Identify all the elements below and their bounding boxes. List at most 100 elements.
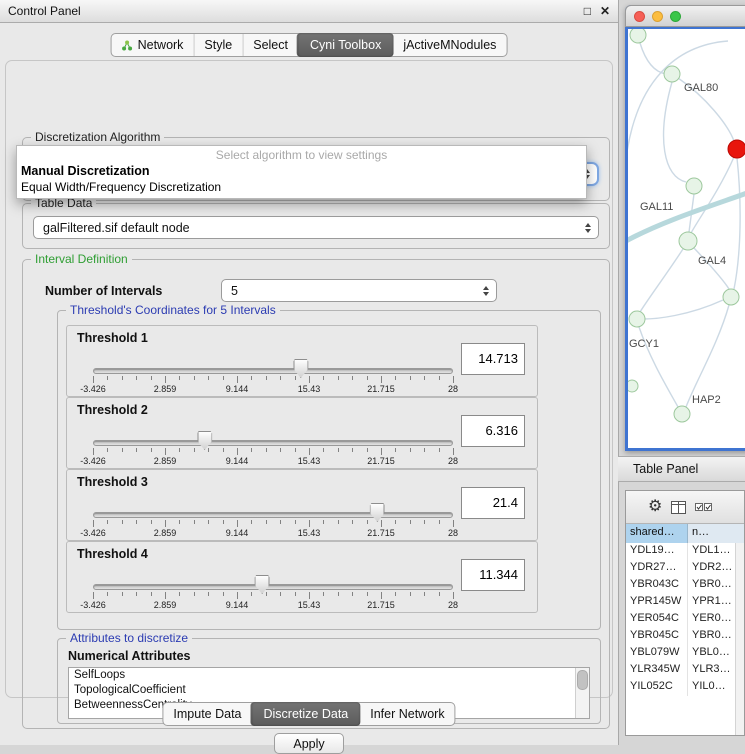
threshold-value-field[interactable]: 21.4 xyxy=(461,487,525,519)
table-row[interactable]: YBL079WYBL0… xyxy=(626,645,736,662)
scrollbar-thumb[interactable] xyxy=(577,670,588,690)
tick-label: -3.426 xyxy=(80,456,106,466)
table-cell[interactable]: YLR3… xyxy=(688,662,736,679)
network-node[interactable] xyxy=(674,406,690,422)
slider-track[interactable] xyxy=(93,368,453,374)
close-traffic-light-icon[interactable] xyxy=(634,11,645,22)
table-cell[interactable]: YLR345W xyxy=(626,662,688,679)
table-cell[interactable]: YPR145W xyxy=(626,594,688,611)
slider-track[interactable] xyxy=(93,512,453,518)
slider-track[interactable] xyxy=(93,584,453,590)
tick-label: -3.426 xyxy=(80,528,106,538)
table-row[interactable]: YBR045CYBR0… xyxy=(626,628,736,645)
table-cell[interactable]: YIL0… xyxy=(688,679,736,696)
tab-impute-data[interactable]: Impute Data xyxy=(163,703,251,725)
table-cell[interactable]: YBR045C xyxy=(626,628,688,645)
list-scrollbar[interactable] xyxy=(575,668,589,718)
select-columns-icon[interactable] xyxy=(695,503,712,511)
threshold-slider[interactable]: -3.4262.8599.14415.4321.71528 xyxy=(93,434,453,466)
tab-cyni-toolbox[interactable]: Cyni Toolbox xyxy=(297,33,393,57)
network-node[interactable] xyxy=(723,289,739,305)
number-of-intervals-combobox[interactable]: 5 xyxy=(221,279,497,302)
column-header-shared-name[interactable]: shared… xyxy=(626,524,688,543)
table-cell[interactable]: YER054C xyxy=(626,611,688,628)
tab-discretize-data[interactable]: Discretize Data xyxy=(251,702,361,726)
float-window-icon[interactable]: □ xyxy=(584,4,591,18)
table-row[interactable]: YPR145WYPR1… xyxy=(626,594,736,611)
table-cell[interactable]: YDL1… xyxy=(688,543,736,560)
threshold-slider[interactable]: -3.4262.8599.14415.4321.71528 xyxy=(93,506,453,538)
network-edge[interactable] xyxy=(628,41,728,159)
tick-mark xyxy=(338,592,339,596)
tab-style[interactable]: Style xyxy=(193,34,242,56)
network-canvas[interactable]: GAL80GAL11GAL4GCY1HAP2 xyxy=(628,29,745,448)
table-cell[interactable]: YBR043C xyxy=(626,577,688,594)
attribute-item[interactable]: TopologicalCoefficient xyxy=(69,683,589,698)
network-edge[interactable] xyxy=(691,157,734,233)
table-cell[interactable]: YER0… xyxy=(688,611,736,628)
settings-gear-icon[interactable]: ⚙ xyxy=(648,499,662,515)
columns-icon[interactable] xyxy=(671,501,686,514)
table-cell[interactable]: YDL19… xyxy=(626,543,688,560)
close-icon[interactable]: ✕ xyxy=(600,4,610,18)
network-node[interactable] xyxy=(686,178,702,194)
network-edge[interactable] xyxy=(664,82,686,182)
threshold-slider[interactable]: -3.4262.8599.14415.4321.71528 xyxy=(93,362,453,394)
network-edge[interactable] xyxy=(640,43,666,74)
network-node[interactable] xyxy=(664,66,680,82)
table-cell[interactable]: YDR27… xyxy=(626,560,688,577)
table-cell[interactable]: YBL079W xyxy=(626,645,688,662)
table-cell[interactable]: YBR0… xyxy=(688,577,736,594)
table-row[interactable]: YER054CYER0… xyxy=(626,611,736,628)
tick-mark xyxy=(223,448,224,452)
tick-label: 28 xyxy=(448,384,458,394)
threshold-value-field[interactable]: 11.344 xyxy=(461,559,525,591)
network-edge[interactable] xyxy=(640,249,683,312)
tick-mark xyxy=(381,448,382,455)
table-cell[interactable]: YBR0… xyxy=(688,628,736,645)
tick-mark xyxy=(251,592,252,596)
table-cell[interactable]: YDR2… xyxy=(688,560,736,577)
minimize-traffic-light-icon[interactable] xyxy=(652,11,663,22)
tick-mark xyxy=(93,376,94,383)
threshold-value-field[interactable]: 14.713 xyxy=(461,343,525,375)
tab-label: Discretize Data xyxy=(264,707,349,721)
zoom-traffic-light-icon[interactable] xyxy=(670,11,681,22)
table-cell[interactable]: YBL0… xyxy=(688,645,736,662)
slider-track[interactable] xyxy=(93,440,453,446)
column-header-name[interactable]: n… xyxy=(688,524,744,543)
network-node-selected[interactable] xyxy=(728,140,745,158)
table-data-combobox[interactable]: galFiltered.sif default node xyxy=(33,216,599,239)
tab-network[interactable]: Network xyxy=(112,34,194,56)
algorithm-option[interactable]: Equal Width/Frequency Discretization xyxy=(17,179,586,195)
table-cell[interactable]: YPR1… xyxy=(688,594,736,611)
algorithm-option[interactable]: Manual Discretization xyxy=(17,163,586,179)
tick-mark xyxy=(323,592,324,596)
table-row[interactable]: YBR043CYBR0… xyxy=(626,577,736,594)
threshold-value-field[interactable]: 6.316 xyxy=(461,415,525,447)
network-node[interactable] xyxy=(629,311,645,327)
network-node[interactable] xyxy=(630,29,646,43)
network-node[interactable] xyxy=(679,232,697,250)
threshold-2-box: Threshold 2-3.4262.8599.14415.4321.71528… xyxy=(66,397,538,469)
table-scrollbar[interactable] xyxy=(735,543,744,735)
table-row[interactable]: YIL052CYIL0… xyxy=(626,679,736,696)
network-node[interactable] xyxy=(628,380,638,392)
tick-mark xyxy=(237,592,238,599)
table-row[interactable]: YDL19…YDL1… xyxy=(626,543,736,560)
attribute-item[interactable]: SelfLoops xyxy=(69,668,589,683)
network-edge[interactable] xyxy=(644,300,723,319)
thresholds-group: Threshold's Coordinates for 5 Intervals … xyxy=(57,310,601,630)
table-row[interactable]: YDR27…YDR2… xyxy=(626,560,736,577)
tab-infer-network[interactable]: Infer Network xyxy=(359,703,454,725)
tab-select[interactable]: Select xyxy=(242,34,298,56)
table-cell[interactable]: YIL052C xyxy=(626,679,688,696)
network-edge[interactable] xyxy=(686,305,729,407)
tick-mark xyxy=(237,448,238,455)
tick-label: 2.859 xyxy=(154,384,177,394)
network-edge[interactable] xyxy=(734,158,740,289)
threshold-slider[interactable]: -3.4262.8599.14415.4321.71528 xyxy=(93,578,453,610)
apply-button[interactable]: Apply xyxy=(274,733,344,754)
tab-jactivemnodules[interactable]: jActiveMNodules xyxy=(392,34,506,56)
table-row[interactable]: YLR345WYLR3… xyxy=(626,662,736,679)
